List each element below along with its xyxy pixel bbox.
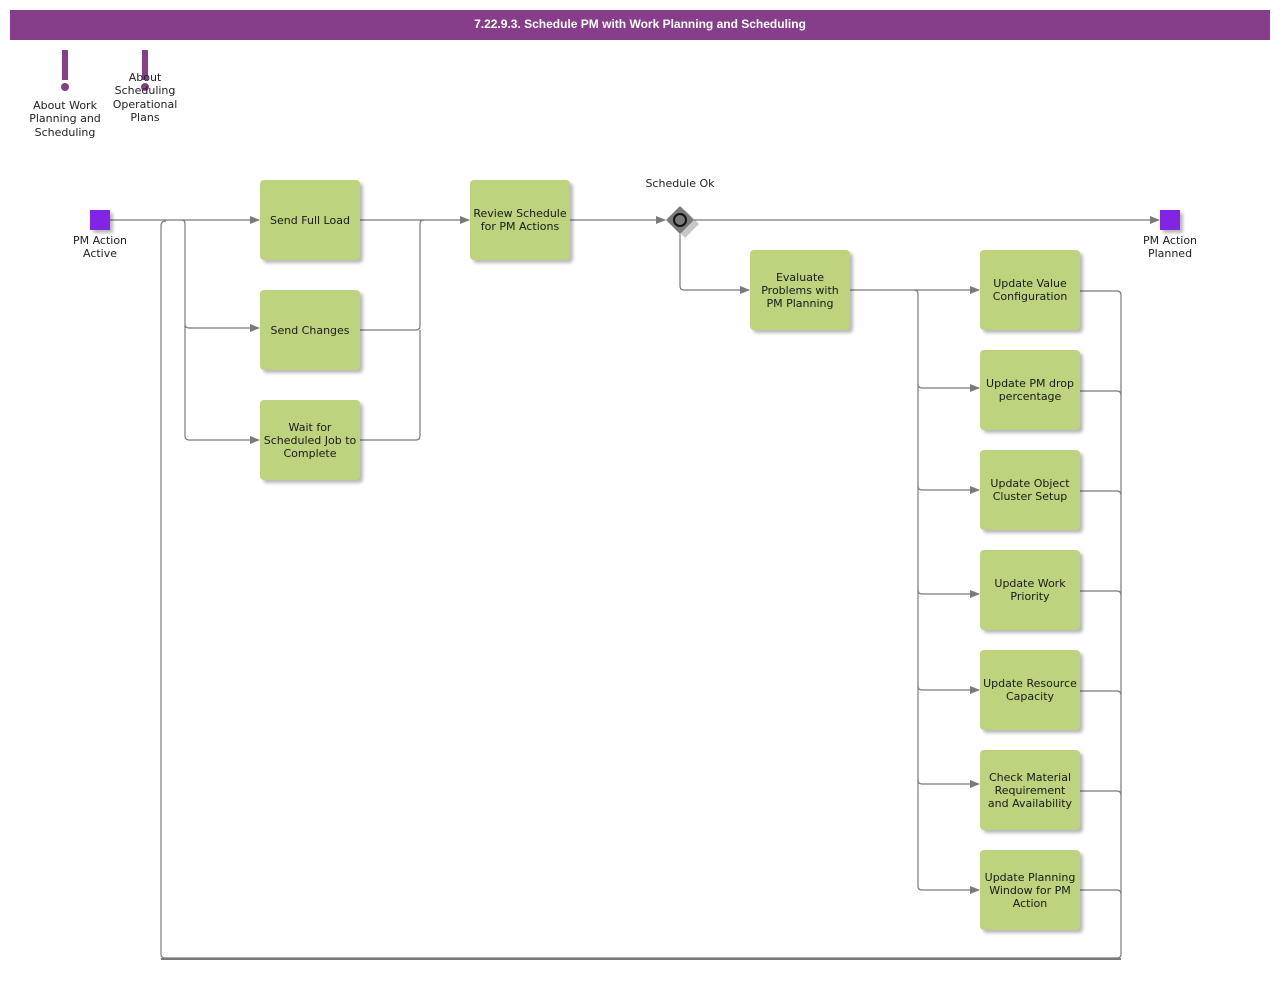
task-wait-for-job[interactable]: Wait for Scheduled Job to Complete	[260, 400, 360, 480]
task-update-pm-drop[interactable]: Update PM drop percentage	[980, 350, 1080, 430]
task-update-resource-capacity[interactable]: Update Resource Capacity	[980, 650, 1080, 730]
task-update-value-config[interactable]: Update Value Configuration	[980, 250, 1080, 330]
start-event-label: PM Action Active	[72, 234, 128, 260]
start-event[interactable]	[90, 210, 110, 230]
edge-branch-trunk	[913, 289, 980, 894]
end-event[interactable]	[1160, 210, 1180, 230]
edge-to-wait-job	[184, 324, 260, 444]
note-label: About Scheduling Operational Plans	[112, 71, 178, 124]
note-about-scheduling-plans[interactable]: About Scheduling Operational Plans	[105, 48, 185, 128]
task-update-object-cluster[interactable]: Update Object Cluster Setup	[980, 450, 1080, 530]
end-event-label: PM Action Planned	[1142, 234, 1198, 260]
gateway-label: Schedule Ok	[645, 177, 715, 190]
connectors	[110, 216, 1160, 960]
exclamation-icon	[61, 50, 69, 91]
task-evaluate-problems[interactable]: Evaluate Problems with PM Planning	[750, 250, 850, 330]
gateway-diamond[interactable]	[662, 202, 702, 242]
note-about-work-planning[interactable]: About Work Planning and Scheduling	[25, 48, 105, 168]
task-update-planning-window[interactable]: Update Planning Window for PM Action	[980, 850, 1080, 930]
note-label: About Work Planning and Scheduling	[29, 99, 101, 139]
task-send-full-load[interactable]: Send Full Load	[260, 180, 360, 260]
edge-send-changes-merge	[360, 219, 425, 331]
edge-gateway-to-evaluate	[679, 234, 750, 294]
task-review-schedule[interactable]: Review Schedule for PM Actions	[470, 180, 570, 260]
task-update-work-priority[interactable]: Update Work Priority	[980, 550, 1080, 630]
edge-wait-merge	[360, 330, 421, 441]
edge-to-send-changes	[181, 219, 260, 332]
task-send-changes[interactable]: Send Changes	[260, 290, 360, 370]
task-check-material[interactable]: Check Material Requirement and Availabil…	[980, 750, 1080, 830]
